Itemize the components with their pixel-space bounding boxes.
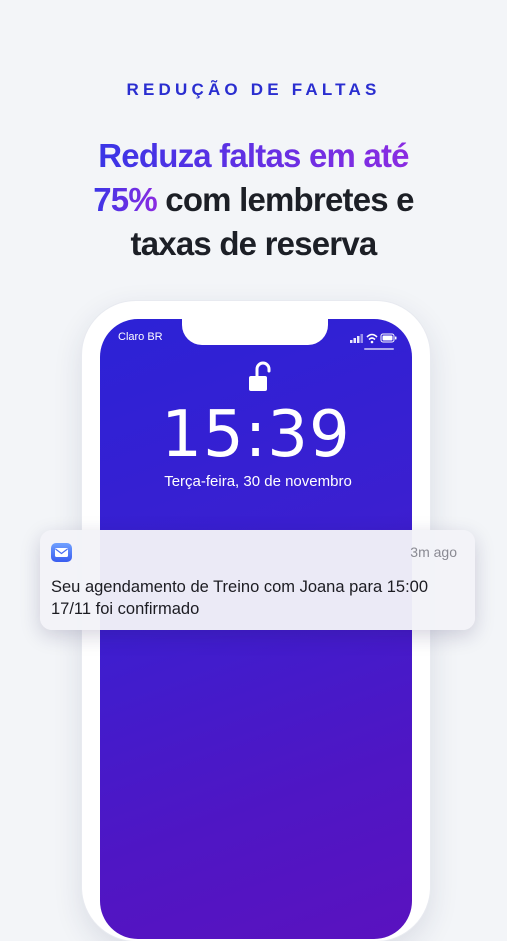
status-bar-icons bbox=[350, 331, 398, 345]
status-bar-underline bbox=[364, 348, 394, 350]
headline-line-2-rest: com lembretes e bbox=[156, 181, 414, 218]
headline: Reduza faltas em até 75% com lembretes e… bbox=[0, 134, 507, 266]
signal-wifi-battery-icon bbox=[350, 333, 397, 344]
notification-card[interactable]: 3m ago Seu agendamento de Treino com Joa… bbox=[40, 530, 475, 630]
phone-notch bbox=[182, 311, 328, 345]
headline-percent: 75% bbox=[93, 181, 157, 218]
carrier-label: Claro BR bbox=[118, 331, 163, 343]
headline-line-3: taxas de reserva bbox=[130, 225, 378, 262]
lock-screen-time: 15:39 bbox=[161, 398, 351, 472]
lock-screen-date: Terça-feira, 30 de novembro bbox=[164, 473, 352, 490]
headline-line-1: Reduza faltas em até bbox=[98, 137, 409, 174]
messages-app-icon bbox=[51, 543, 72, 562]
unlocked-padlock-icon bbox=[246, 360, 276, 394]
notification-message: Seu agendamento de Treino com Joana para… bbox=[51, 578, 429, 618]
section-eyebrow: REDUÇÃO DE FALTAS bbox=[126, 80, 381, 99]
notification-timestamp: 3m ago bbox=[410, 544, 457, 560]
